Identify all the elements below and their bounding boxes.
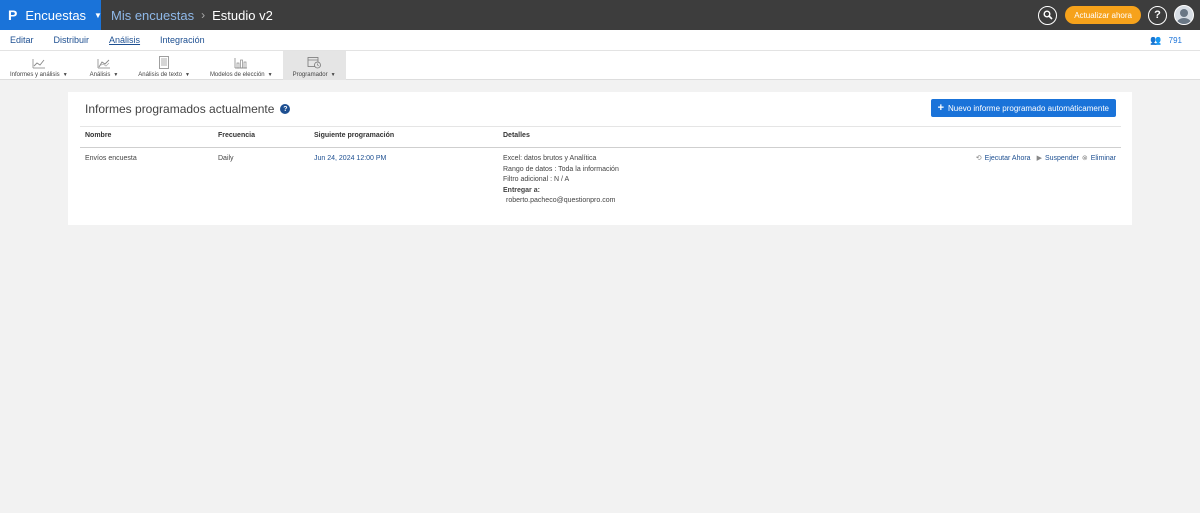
caret-down-icon: ▼ — [184, 72, 190, 78]
report-name: Envíos encuesta — [85, 155, 137, 162]
suspend-label: Suspender — [1044, 154, 1079, 162]
toolbar-label: Programador — [292, 72, 328, 78]
user-count: 791 — [1168, 36, 1182, 45]
breadcrumb-root-link[interactable]: Mis encuestas — [111, 8, 194, 23]
sub-navigation: Editar Distribuir Análisis Integración 👥… — [0, 30, 1200, 51]
users-icon: 👥 — [1150, 35, 1162, 45]
details-format: Excel: datos brutos y Analítica — [503, 155, 597, 162]
upgrade-button[interactable]: Actualizar ahora — [1065, 6, 1141, 24]
search-icon — [1043, 10, 1053, 20]
scheduler-icon — [307, 57, 321, 69]
new-button-label: Nuevo informe programado automáticamente — [948, 103, 1109, 113]
area-chart-icon — [97, 59, 110, 69]
toolbar-item-informes[interactable]: Informes y análisis ▼ — [0, 51, 74, 80]
analysis-toolbar: Informes y análisis ▼ Análisis ▼ Análisis … — [0, 51, 1200, 80]
column-header-nombre: Nombre — [85, 132, 112, 139]
toolbar-item-modelos[interactable]: Modelos de elección ▼ — [200, 51, 283, 80]
text-document-icon — [159, 56, 170, 69]
divider — [80, 126, 1121, 127]
toolbar-label: Análisis de texto — [138, 72, 182, 78]
run-now-link[interactable]: ⟲ Ejecutar Ahora — [975, 154, 1031, 163]
product-switcher[interactable]: P Encuestas ▼ — [0, 0, 102, 30]
caret-down-icon: ▼ — [113, 72, 119, 78]
tab-integracion[interactable]: Integración — [160, 35, 205, 45]
play-icon: ▶ — [1036, 155, 1042, 162]
tab-editar[interactable]: Editar — [10, 35, 34, 45]
column-header-siguiente: Siguiente programación — [314, 132, 395, 139]
details-email: roberto.pacheco@questionpro.com — [506, 197, 616, 204]
help-icon[interactable]: ? — [280, 104, 291, 114]
column-header-detalles: Detalles — [503, 132, 530, 139]
help-button[interactable]: ? — [1148, 5, 1167, 25]
bar-chart-icon — [234, 58, 248, 69]
suspend-link[interactable]: ▶ Suspender — [1036, 154, 1079, 163]
report-details: Excel: datos brutos y Analítica Rango de… — [503, 154, 619, 207]
toolbar-item-analisis-texto[interactable]: Análisis de texto ▼ — [128, 51, 200, 80]
toolbar-label: Modelos de elección — [209, 72, 265, 78]
tab-analisis[interactable]: Análisis — [109, 35, 140, 45]
chevron-right-icon: › — [201, 8, 206, 22]
top-bar: P Encuestas ▼ Mis encuestas › Estudio v2… — [0, 0, 1200, 30]
scheduled-reports-panel: Informes programados actualmente ? + Nue… — [68, 92, 1132, 225]
toolbar-item-analisis[interactable]: Análisis ▼ — [74, 51, 129, 80]
new-scheduled-report-button[interactable]: + Nuevo informe programado automáticamen… — [930, 99, 1116, 117]
avatar[interactable] — [1174, 5, 1194, 25]
tab-distribuir[interactable]: Distribuir — [54, 35, 90, 45]
next-schedule-date: Jun 24, 2024 12:00 PM — [314, 155, 387, 162]
close-circle-icon: ⊗ — [1081, 155, 1088, 162]
details-deliver-label: Entregar a: — [503, 186, 540, 194]
header-divider — [80, 147, 1121, 148]
caret-down-icon: ▼ — [330, 72, 336, 78]
line-chart-icon — [32, 59, 45, 69]
toolbar-label: Análisis — [89, 72, 111, 78]
toolbar-label: Informes y análisis — [10, 72, 60, 78]
user-count-link[interactable]: 👥 791 — [1150, 35, 1182, 46]
details-filter: Filtro adicional : N / A — [503, 176, 570, 183]
caret-down-icon: ▼ — [267, 72, 273, 78]
chevron-down-icon: ▼ — [94, 10, 102, 20]
delete-link[interactable]: ⊗ Eliminar — [1081, 154, 1116, 163]
column-header-frecuencia: Frecuencia — [218, 132, 255, 139]
report-frequency: Daily — [218, 155, 234, 162]
product-name: Encuestas — [25, 7, 87, 23]
panel-title: Informes programados actualmente — [85, 102, 275, 116]
plus-icon: + — [937, 102, 945, 114]
caret-down-icon: ▼ — [62, 72, 68, 78]
toolbar-item-programador[interactable]: Programador ▼ — [282, 51, 346, 80]
search-button[interactable] — [1038, 5, 1058, 25]
details-data-range: Rango de datos : Toda la información — [503, 165, 619, 173]
page-title: Estudio v2 — [212, 7, 273, 23]
refresh-icon: ⟲ — [975, 155, 982, 162]
row-actions: ⟲ Ejecutar Ahora ▶ Suspender ⊗ Eliminar — [970, 154, 1116, 163]
run-now-label: Ejecutar Ahora — [984, 154, 1031, 162]
breadcrumb: Mis encuestas › Estudio v2 — [111, 8, 273, 23]
delete-label: Eliminar — [1090, 154, 1116, 162]
panel-heading: Informes programados actualmente ? — [85, 102, 291, 116]
questionpro-logo: P — [8, 7, 18, 23]
